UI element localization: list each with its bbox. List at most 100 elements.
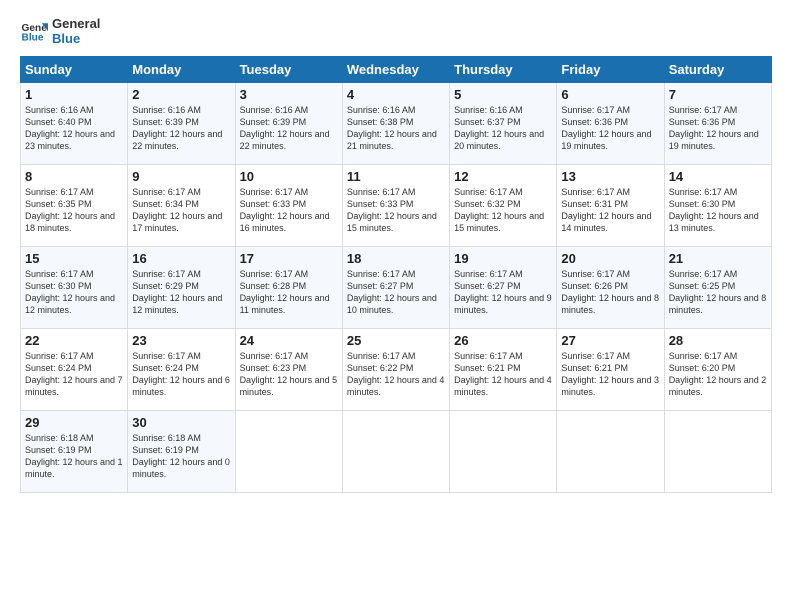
- calendar-cell: 13 Sunrise: 6:17 AMSunset: 6:31 PMDayligh…: [557, 165, 664, 247]
- day-number: 28: [669, 333, 767, 348]
- week-row-3: 15 Sunrise: 6:17 AMSunset: 6:30 PMDayligh…: [21, 247, 772, 329]
- logo: General Blue General Blue: [20, 16, 100, 46]
- cell-info: Sunrise: 6:17 AMSunset: 6:21 PMDaylight:…: [454, 350, 552, 399]
- page: General Blue General Blue SundayMondayTu…: [0, 0, 792, 503]
- cell-info: Sunrise: 6:16 AMSunset: 6:39 PMDaylight:…: [240, 104, 338, 153]
- calendar-cell: 23 Sunrise: 6:17 AMSunset: 6:24 PMDayligh…: [128, 329, 235, 411]
- logo-icon: General Blue: [20, 17, 48, 45]
- calendar-cell: 9 Sunrise: 6:17 AMSunset: 6:34 PMDaylight…: [128, 165, 235, 247]
- cell-info: Sunrise: 6:16 AMSunset: 6:38 PMDaylight:…: [347, 104, 445, 153]
- day-number: 15: [25, 251, 123, 266]
- cell-info: Sunrise: 6:17 AMSunset: 6:30 PMDaylight:…: [25, 268, 123, 317]
- cell-info: Sunrise: 6:17 AMSunset: 6:24 PMDaylight:…: [25, 350, 123, 399]
- week-row-2: 8 Sunrise: 6:17 AMSunset: 6:35 PMDaylight…: [21, 165, 772, 247]
- day-number: 18: [347, 251, 445, 266]
- cell-info: Sunrise: 6:17 AMSunset: 6:28 PMDaylight:…: [240, 268, 338, 317]
- calendar-table: SundayMondayTuesdayWednesdayThursdayFrid…: [20, 56, 772, 493]
- cell-info: Sunrise: 6:18 AMSunset: 6:19 PMDaylight:…: [25, 432, 123, 481]
- calendar-cell: 22 Sunrise: 6:17 AMSunset: 6:24 PMDayligh…: [21, 329, 128, 411]
- day-number: 1: [25, 87, 123, 102]
- calendar-cell: 24Sunrise: 6:17 AMSunset: 6:23 PMDayligh…: [235, 329, 342, 411]
- calendar-cell: 14Sunrise: 6:17 AMSunset: 6:30 PMDayligh…: [664, 165, 771, 247]
- cell-info: Sunrise: 6:17 AMSunset: 6:31 PMDaylight:…: [561, 186, 659, 235]
- day-number: 19: [454, 251, 552, 266]
- week-row-1: 1 Sunrise: 6:16 AMSunset: 6:40 PMDaylight…: [21, 83, 772, 165]
- cell-info: Sunrise: 6:17 AMSunset: 6:26 PMDaylight:…: [561, 268, 659, 317]
- calendar-cell: 16Sunrise: 6:17 AMSunset: 6:29 PMDayligh…: [128, 247, 235, 329]
- calendar-cell: 20Sunrise: 6:17 AMSunset: 6:26 PMDayligh…: [557, 247, 664, 329]
- calendar-cell: 6 Sunrise: 6:17 AMSunset: 6:36 PMDaylight…: [557, 83, 664, 165]
- calendar-cell: 12Sunrise: 6:17 AMSunset: 6:32 PMDayligh…: [450, 165, 557, 247]
- header-cell-thursday: Thursday: [450, 57, 557, 83]
- cell-info: Sunrise: 6:17 AMSunset: 6:35 PMDaylight:…: [25, 186, 123, 235]
- day-number: 21: [669, 251, 767, 266]
- calendar-cell: [235, 411, 342, 493]
- cell-info: Sunrise: 6:17 AMSunset: 6:27 PMDaylight:…: [347, 268, 445, 317]
- day-number: 12: [454, 169, 552, 184]
- calendar-cell: [557, 411, 664, 493]
- cell-info: Sunrise: 6:17 AMSunset: 6:33 PMDaylight:…: [240, 186, 338, 235]
- calendar-cell: 15 Sunrise: 6:17 AMSunset: 6:30 PMDayligh…: [21, 247, 128, 329]
- week-row-5: 29 Sunrise: 6:18 AMSunset: 6:19 PMDayligh…: [21, 411, 772, 493]
- day-number: 30: [132, 415, 230, 430]
- day-number: 25: [347, 333, 445, 348]
- cell-info: Sunrise: 6:18 AMSunset: 6:19 PMDaylight:…: [132, 432, 230, 481]
- calendar-cell: 26 Sunrise: 6:17 AMSunset: 6:21 PMDayligh…: [450, 329, 557, 411]
- day-number: 5: [454, 87, 552, 102]
- calendar-cell: 19 Sunrise: 6:17 AMSunset: 6:27 PMDayligh…: [450, 247, 557, 329]
- calendar-cell: 18 Sunrise: 6:17 AMSunset: 6:27 PMDayligh…: [342, 247, 449, 329]
- calendar-cell: 7Sunrise: 6:17 AMSunset: 6:36 PMDaylight…: [664, 83, 771, 165]
- header-row: SundayMondayTuesdayWednesdayThursdayFrid…: [21, 57, 772, 83]
- cell-info: Sunrise: 6:17 AMSunset: 6:34 PMDaylight:…: [132, 186, 230, 235]
- day-number: 4: [347, 87, 445, 102]
- header-cell-sunday: Sunday: [21, 57, 128, 83]
- cell-info: Sunrise: 6:17 AMSunset: 6:20 PMDaylight:…: [669, 350, 767, 399]
- calendar-cell: 27 Sunrise: 6:17 AMSunset: 6:21 PMDayligh…: [557, 329, 664, 411]
- cell-info: Sunrise: 6:17 AMSunset: 6:30 PMDaylight:…: [669, 186, 767, 235]
- day-number: 10: [240, 169, 338, 184]
- calendar-cell: [664, 411, 771, 493]
- cell-info: Sunrise: 6:17 AMSunset: 6:27 PMDaylight:…: [454, 268, 552, 317]
- day-number: 26: [454, 333, 552, 348]
- day-number: 29: [25, 415, 123, 430]
- day-number: 2: [132, 87, 230, 102]
- cell-info: Sunrise: 6:16 AMSunset: 6:40 PMDaylight:…: [25, 104, 123, 153]
- calendar-cell: 17 Sunrise: 6:17 AMSunset: 6:28 PMDayligh…: [235, 247, 342, 329]
- calendar-cell: 30 Sunrise: 6:18 AMSunset: 6:19 PMDayligh…: [128, 411, 235, 493]
- cell-info: Sunrise: 6:16 AMSunset: 6:37 PMDaylight:…: [454, 104, 552, 153]
- day-number: 13: [561, 169, 659, 184]
- header-cell-friday: Friday: [557, 57, 664, 83]
- cell-info: Sunrise: 6:17 AMSunset: 6:22 PMDaylight:…: [347, 350, 445, 399]
- calendar-cell: 3 Sunrise: 6:16 AMSunset: 6:39 PMDaylight…: [235, 83, 342, 165]
- cell-info: Sunrise: 6:17 AMSunset: 6:25 PMDaylight:…: [669, 268, 767, 317]
- calendar-cell: 11Sunrise: 6:17 AMSunset: 6:33 PMDayligh…: [342, 165, 449, 247]
- logo-blue: Blue: [52, 31, 100, 46]
- day-number: 27: [561, 333, 659, 348]
- day-number: 23: [132, 333, 230, 348]
- header-cell-wednesday: Wednesday: [342, 57, 449, 83]
- header-cell-tuesday: Tuesday: [235, 57, 342, 83]
- calendar-cell: 28 Sunrise: 6:17 AMSunset: 6:20 PMDayligh…: [664, 329, 771, 411]
- svg-text:Blue: Blue: [22, 32, 44, 43]
- day-number: 8: [25, 169, 123, 184]
- day-number: 3: [240, 87, 338, 102]
- cell-info: Sunrise: 6:17 AMSunset: 6:24 PMDaylight:…: [132, 350, 230, 399]
- cell-info: Sunrise: 6:17 AMSunset: 6:21 PMDaylight:…: [561, 350, 659, 399]
- calendar-cell: 8 Sunrise: 6:17 AMSunset: 6:35 PMDaylight…: [21, 165, 128, 247]
- logo-general: General: [52, 16, 100, 31]
- calendar-cell: [342, 411, 449, 493]
- cell-info: Sunrise: 6:16 AMSunset: 6:39 PMDaylight:…: [132, 104, 230, 153]
- header-cell-saturday: Saturday: [664, 57, 771, 83]
- day-number: 9: [132, 169, 230, 184]
- calendar-cell: 2 Sunrise: 6:16 AMSunset: 6:39 PMDaylight…: [128, 83, 235, 165]
- week-row-4: 22 Sunrise: 6:17 AMSunset: 6:24 PMDayligh…: [21, 329, 772, 411]
- calendar-cell: 4 Sunrise: 6:16 AMSunset: 6:38 PMDaylight…: [342, 83, 449, 165]
- day-number: 17: [240, 251, 338, 266]
- day-number: 22: [25, 333, 123, 348]
- day-number: 16: [132, 251, 230, 266]
- cell-info: Sunrise: 6:17 AMSunset: 6:36 PMDaylight:…: [561, 104, 659, 153]
- calendar-cell: 1 Sunrise: 6:16 AMSunset: 6:40 PMDaylight…: [21, 83, 128, 165]
- day-number: 6: [561, 87, 659, 102]
- calendar-cell: [450, 411, 557, 493]
- header: General Blue General Blue: [20, 16, 772, 46]
